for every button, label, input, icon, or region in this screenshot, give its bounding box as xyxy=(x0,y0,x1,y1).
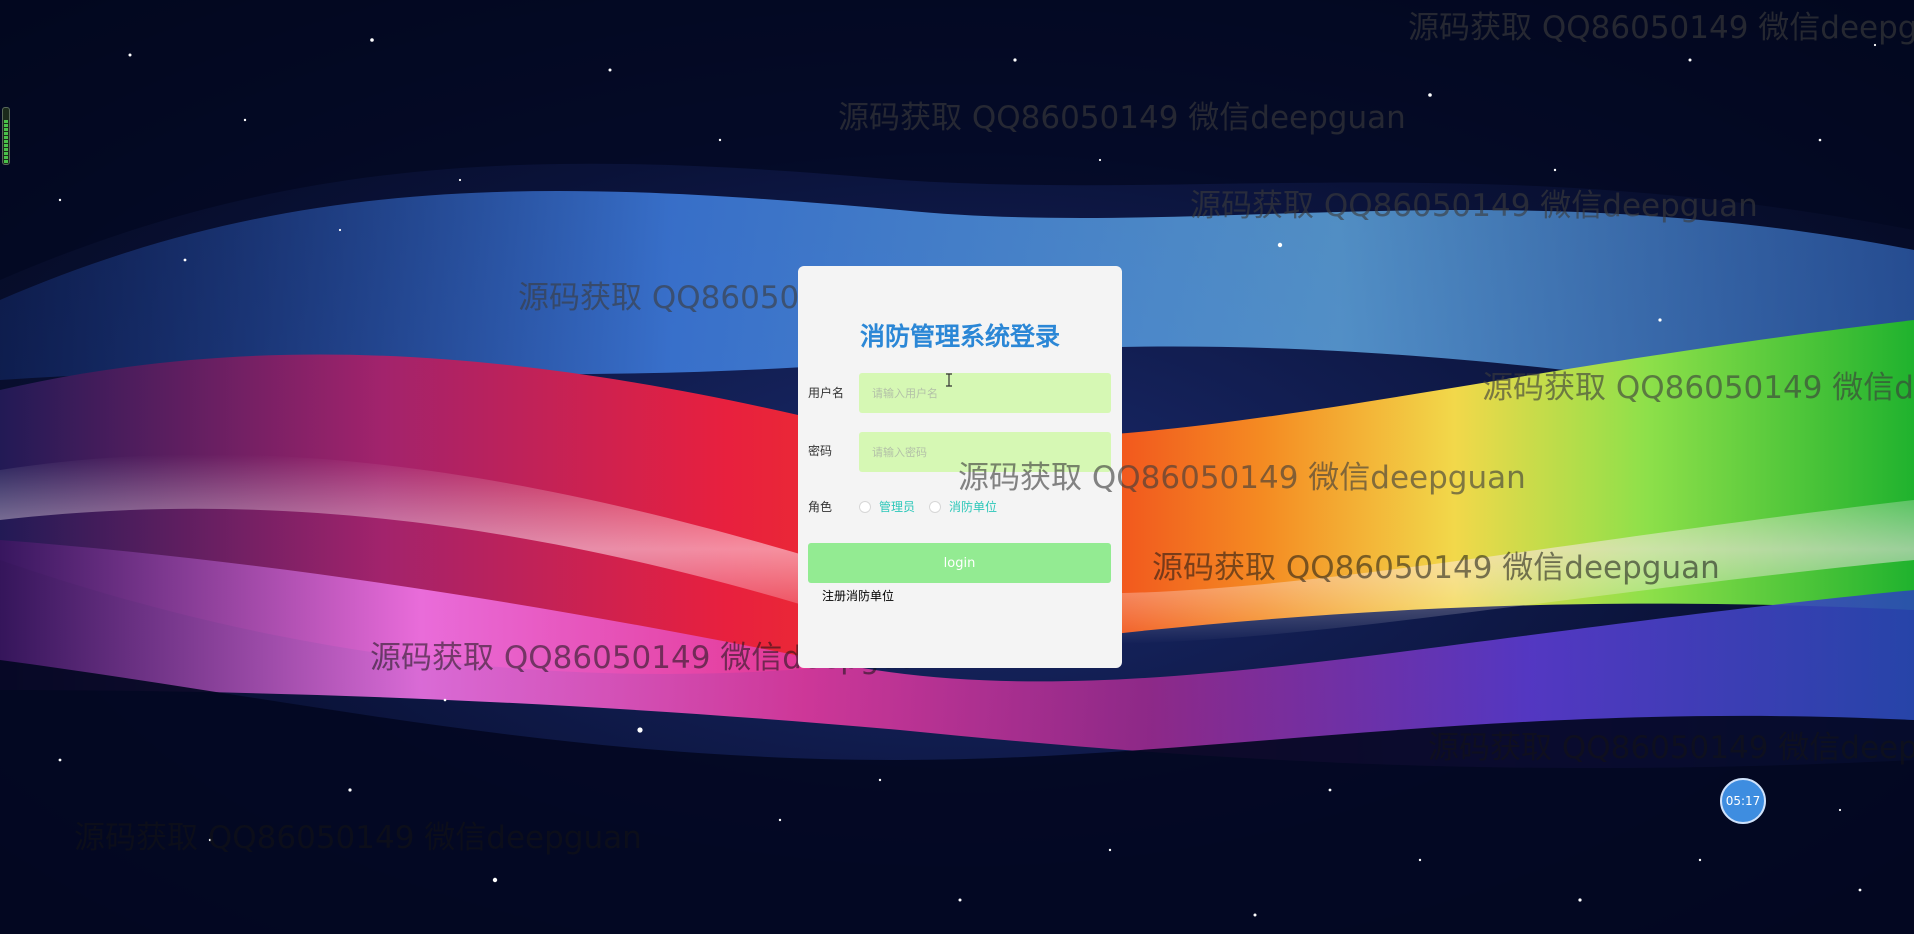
audio-level-meter xyxy=(2,107,10,165)
password-label: 密码 xyxy=(808,444,833,458)
role-option-label: 管理员 xyxy=(879,500,916,514)
login-form: 消防管理系统登录 用户名 密码 角色 管理员 消防单位 login 注册消防单位 xyxy=(798,266,1122,668)
role-option-label: 消防单位 xyxy=(949,500,998,514)
role-label: 角色 xyxy=(808,500,833,514)
register-fire-unit-link[interactable]: 注册消防单位 xyxy=(822,589,894,603)
password-input[interactable] xyxy=(859,432,1111,472)
login-button[interactable]: login xyxy=(808,543,1111,583)
radio-button-fire-unit[interactable] xyxy=(929,501,941,513)
login-page: 源码获取 QQ86050149 微信deepguan 源码获取 QQ860501… xyxy=(0,0,1914,934)
username-label: 用户名 xyxy=(808,386,845,400)
page-title: 消防管理系统登录 xyxy=(859,322,1060,351)
role-option-admin[interactable]: 管理员 xyxy=(859,500,915,514)
role-option-fire-unit[interactable]: 消防单位 xyxy=(929,500,997,514)
text-cursor-icon xyxy=(946,373,952,387)
username-input[interactable] xyxy=(859,373,1111,413)
clock-badge[interactable]: 05:17 xyxy=(1720,778,1766,824)
audio-level-fill xyxy=(4,120,8,163)
radio-button-admin[interactable] xyxy=(859,501,871,513)
